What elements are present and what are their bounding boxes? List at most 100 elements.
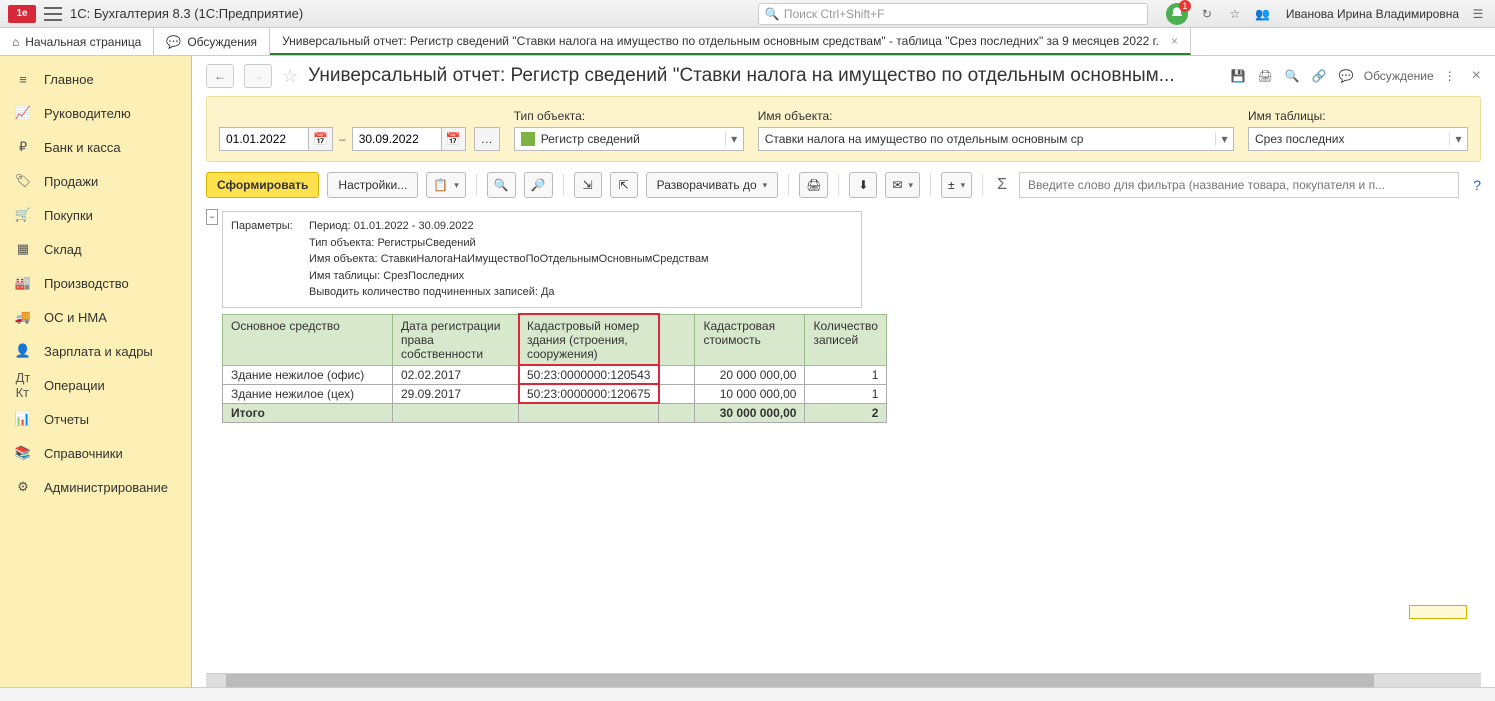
find-button[interactable]: 🔍 — [487, 172, 516, 198]
sidebar-item-manager[interactable]: 📈Руководителю — [0, 96, 191, 130]
more-icon[interactable]: ⋮ — [1442, 67, 1458, 85]
print-button[interactable]: 🖨 — [799, 172, 828, 198]
chevron-down-icon[interactable]: ▾ — [725, 132, 743, 146]
resize-handle[interactable] — [1409, 605, 1467, 619]
sidebar-item-assets[interactable]: 🚚ОС и НМА — [0, 300, 191, 334]
settings-lines-icon[interactable]: ☰ — [1469, 5, 1487, 23]
expand-all-button[interactable]: ⇲ — [574, 172, 602, 198]
users-icon[interactable]: 👥 — [1254, 5, 1272, 23]
sidebar-item-catalogs[interactable]: 📚Справочники — [0, 436, 191, 470]
sidebar-item-reports[interactable]: 📊Отчеты — [0, 402, 191, 436]
tab-discussions[interactable]: 💬 Обсуждения — [154, 28, 270, 55]
report-table: Основное средство Дата регистрации права… — [222, 314, 887, 423]
find-next-button[interactable]: 🔎 — [524, 172, 553, 198]
navigation-sidebar: ≡Главное 📈Руководителю ₽Банк и касса 🏷Пр… — [0, 56, 192, 687]
calendar-icon[interactable]: 📅 — [309, 127, 333, 151]
expand-to-button[interactable]: Разворачивать до▾ — [646, 172, 779, 198]
chevron-down-icon[interactable]: ▾ — [1449, 132, 1467, 146]
tab-report[interactable]: Универсальный отчет: Регистр сведений "С… — [270, 28, 1191, 55]
menu-icon[interactable] — [44, 7, 62, 21]
preview-icon[interactable]: 🔍 — [1283, 67, 1302, 85]
app-title: 1С: Бухгалтерия 8.3 (1С:Предприятие) — [70, 6, 303, 21]
settings-button[interactable]: Настройки... — [327, 172, 418, 198]
sidebar-item-admin[interactable]: ⚙Администрирование — [0, 470, 191, 504]
chevron-down-icon[interactable]: ▾ — [1215, 132, 1233, 146]
search-placeholder: Поиск Ctrl+Shift+F — [784, 7, 885, 21]
sidebar-item-label: Руководителю — [44, 106, 131, 121]
params-line: Имя объекта: СтавкиНалогаНаИмуществоПоОт… — [309, 251, 853, 268]
filter-input[interactable] — [1019, 172, 1459, 198]
print-icon[interactable]: 🖨 — [1256, 67, 1275, 85]
tab-home[interactable]: ⌂ Начальная страница — [0, 28, 154, 55]
save-icon[interactable]: 💾 — [1229, 67, 1248, 85]
sidebar-item-warehouse[interactable]: ▦ Склад — [0, 232, 191, 266]
close-icon[interactable]: × — [1171, 34, 1178, 48]
link-icon[interactable]: 🔗 — [1310, 67, 1329, 85]
sidebar-item-bank[interactable]: ₽Банк и касса — [0, 130, 191, 164]
collapse-all-button[interactable]: ⇱ — [610, 172, 638, 198]
table-label: Имя таблицы: — [1248, 109, 1468, 123]
report-parameters-block: Параметры:Период: 01.01.2022 - 30.09.202… — [222, 211, 862, 308]
horizontal-scrollbar[interactable] — [206, 673, 1481, 687]
page-title: Универсальный отчет: Регистр сведений "С… — [308, 65, 1219, 87]
cell — [659, 365, 695, 384]
object-name-select[interactable]: Ставки налога на имущество по отдельным … — [758, 127, 1234, 151]
operations-icon: ДтКт — [14, 376, 32, 394]
favorite-icon[interactable]: ☆ — [1226, 5, 1244, 23]
person-icon: 👤 — [14, 342, 32, 360]
current-user[interactable]: Иванова Ирина Владимировна — [1286, 7, 1459, 21]
discuss-label[interactable]: Обсуждение — [1364, 69, 1434, 83]
sidebar-item-label: Склад — [44, 242, 82, 257]
table-row[interactable]: Здание нежилое (цех) 29.09.2017 50:23:00… — [223, 384, 887, 403]
sidebar-item-production[interactable]: 🏭Производство — [0, 266, 191, 300]
button-label: Разворачивать до — [657, 178, 757, 192]
generate-button[interactable]: Сформировать — [206, 172, 319, 198]
report-params-panel: 📅 – 📅 … Тип объекта: Регистр сведений ▾ — [206, 96, 1481, 162]
cell: 29.09.2017 — [393, 384, 519, 403]
date-to-field[interactable]: 📅 — [352, 127, 466, 151]
col-header: Кадастровый номер здания (строения, соор… — [519, 314, 659, 365]
nav-back-button[interactable]: ← — [206, 64, 234, 88]
report-output-area: − Параметры:Период: 01.01.2022 - 30.09.2… — [206, 208, 1481, 659]
sidebar-item-label: Банк и касса — [44, 140, 121, 155]
close-page-icon[interactable]: × — [1472, 67, 1481, 85]
diff-button[interactable]: ±▾ — [941, 172, 972, 198]
history-icon[interactable]: ↻ — [1198, 5, 1216, 23]
nav-forward-button[interactable]: → — [244, 64, 272, 88]
sidebar-item-label: Администрирование — [44, 480, 168, 495]
variant-button[interactable]: 📋▾ — [426, 172, 465, 198]
object-type-select[interactable]: Регистр сведений ▾ — [514, 127, 744, 151]
star-icon[interactable]: ☆ — [282, 66, 298, 87]
table-row[interactable]: Здание нежилое (офис) 02.02.2017 50:23:0… — [223, 365, 887, 384]
sidebar-item-purchases[interactable]: 🛒Покупки — [0, 198, 191, 232]
help-icon[interactable]: ? — [1473, 177, 1481, 193]
date-from-field[interactable]: 📅 — [219, 127, 333, 151]
save-file-button[interactable]: ⬇ — [849, 172, 877, 198]
table-name-select[interactable]: Срез последних ▾ — [1248, 127, 1468, 151]
email-button[interactable]: ✉▾ — [885, 172, 920, 198]
sidebar-item-main[interactable]: ≡Главное — [0, 62, 191, 96]
date-to-input[interactable] — [352, 127, 442, 151]
calendar-icon[interactable]: 📅 — [442, 127, 466, 151]
col-header: Количество записей — [805, 314, 887, 365]
tab-label: Универсальный отчет: Регистр сведений "С… — [282, 34, 1159, 48]
col-header — [659, 314, 695, 365]
sidebar-item-label: Производство — [44, 276, 129, 291]
params-line: Имя таблицы: СрезПоследних — [309, 268, 853, 285]
boxes-icon: ▦ — [14, 240, 32, 258]
window-scrollbar[interactable] — [0, 687, 1495, 701]
global-search[interactable]: 🔍 Поиск Ctrl+Shift+F — [758, 3, 1148, 25]
period-picker-button[interactable]: … — [474, 127, 500, 151]
dash: – — [339, 132, 346, 146]
notification-bell-icon[interactable] — [1166, 3, 1188, 25]
sidebar-item-hr[interactable]: 👤Зарплата и кадры — [0, 334, 191, 368]
sidebar-item-operations[interactable]: ДтКтОперации — [0, 368, 191, 402]
params-line: Период: 01.01.2022 - 30.09.2022 — [309, 220, 474, 232]
select-value: Ставки налога на имущество по отдельным … — [765, 132, 1084, 146]
discuss-icon[interactable]: 💬 — [1337, 67, 1356, 85]
date-from-input[interactable] — [219, 127, 309, 151]
truck-icon: 🚚 — [14, 308, 32, 326]
sigma-icon: Σ — [993, 176, 1011, 194]
sidebar-item-sales[interactable]: 🏷Продажи — [0, 164, 191, 198]
collapse-handle[interactable]: − — [206, 209, 218, 225]
